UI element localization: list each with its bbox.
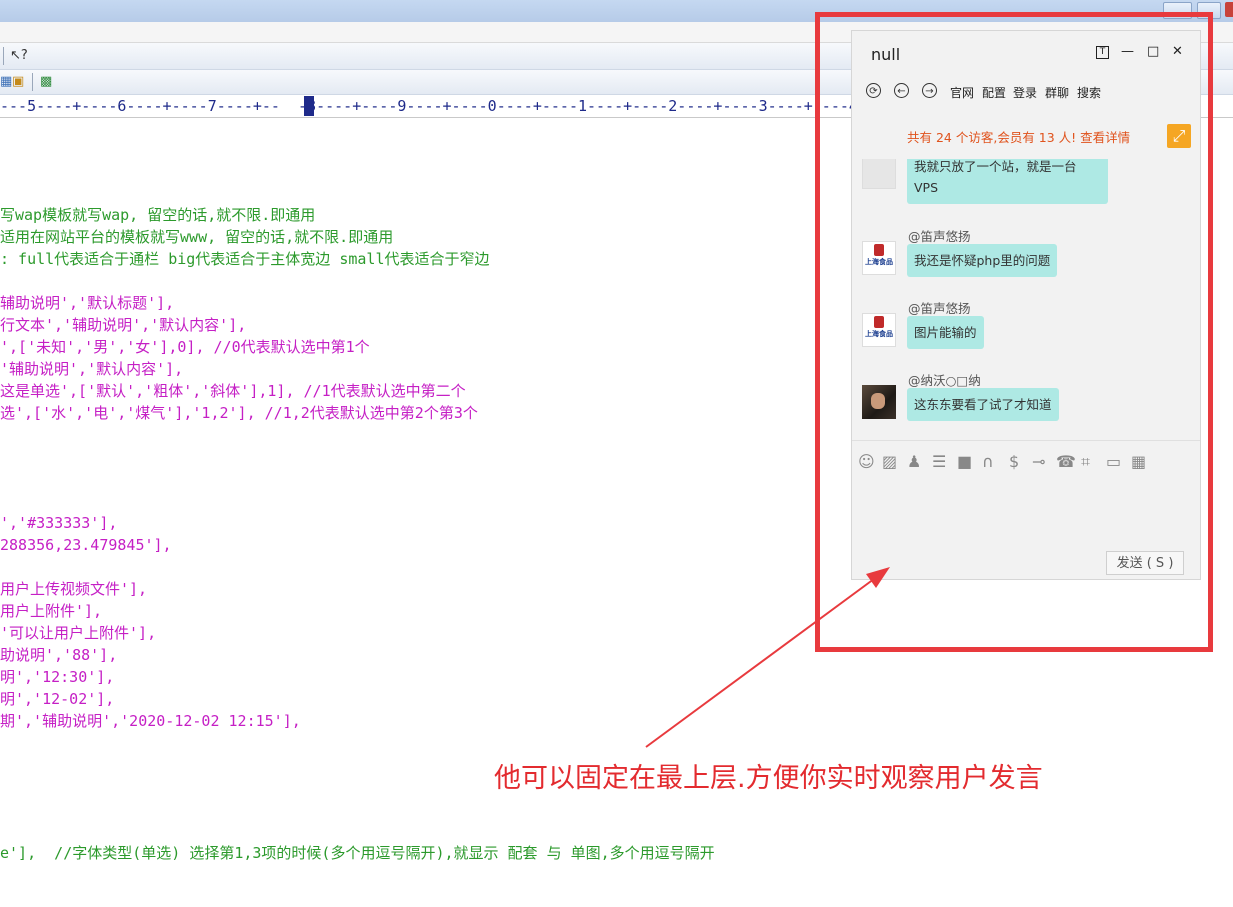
- annotation-caption: 他可以固定在最上层.方便你实时观察用户发言: [494, 763, 1043, 794]
